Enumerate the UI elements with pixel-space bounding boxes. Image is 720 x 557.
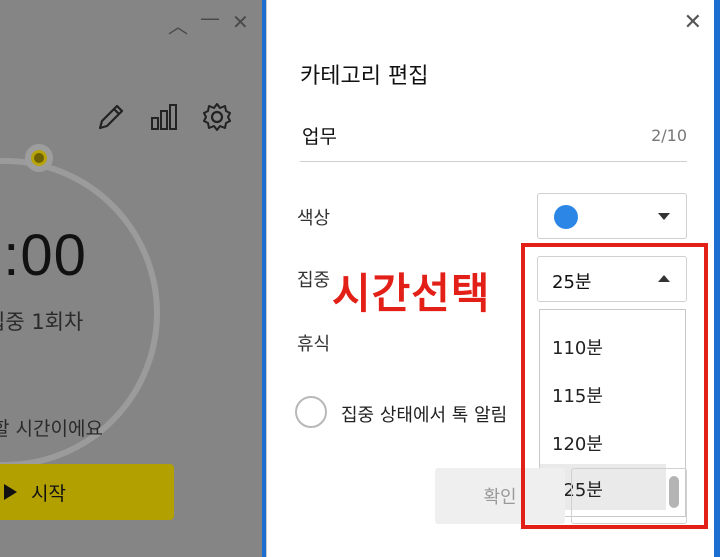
annotation-text: 시간선택 <box>332 269 491 318</box>
window-border-right <box>714 0 720 557</box>
play-icon <box>4 484 17 500</box>
focus-label: 집중 <box>297 270 331 291</box>
color-label: 색상 <box>297 208 331 229</box>
annotation-highlight-box <box>521 243 708 529</box>
timer-progress-handle <box>25 144 53 172</box>
notify-checkbox[interactable] <box>295 396 327 428</box>
close-icon[interactable]: ✕ <box>684 10 702 35</box>
minimize-icon[interactable]: — <box>200 6 220 30</box>
close-icon[interactable]: ✕ <box>232 10 249 34</box>
start-button[interactable]: 시작 <box>0 464 174 520</box>
color-swatch <box>554 205 578 229</box>
notify-label: 집중 상태에서 톡 알림 <box>341 405 508 426</box>
chevron-down-icon <box>658 213 670 220</box>
start-button-label: 시작 <box>31 482 66 505</box>
timer-display: 5:00 <box>0 223 87 288</box>
category-name-field[interactable]: 업무 2/10 <box>300 118 687 162</box>
char-count: 2/10 <box>651 126 687 145</box>
gear-icon[interactable] <box>200 100 234 134</box>
category-name-value: 업무 <box>302 126 337 148</box>
hint-text: 할 시간이에요 <box>0 418 103 440</box>
dialog-title: 카테고리 편집 <box>300 64 429 89</box>
maximize-icon[interactable]: ︿ <box>168 10 188 39</box>
color-select[interactable] <box>537 193 687 239</box>
session-label: 집중 1회차 <box>0 310 84 334</box>
pencil-icon[interactable] <box>94 100 128 134</box>
rest-label: 휴식 <box>297 334 331 355</box>
timer-window: ︿ — ✕ 5:00 집중 1회차 할 시간이에요 시작 <box>0 0 266 557</box>
bar-chart-icon[interactable] <box>147 100 181 134</box>
